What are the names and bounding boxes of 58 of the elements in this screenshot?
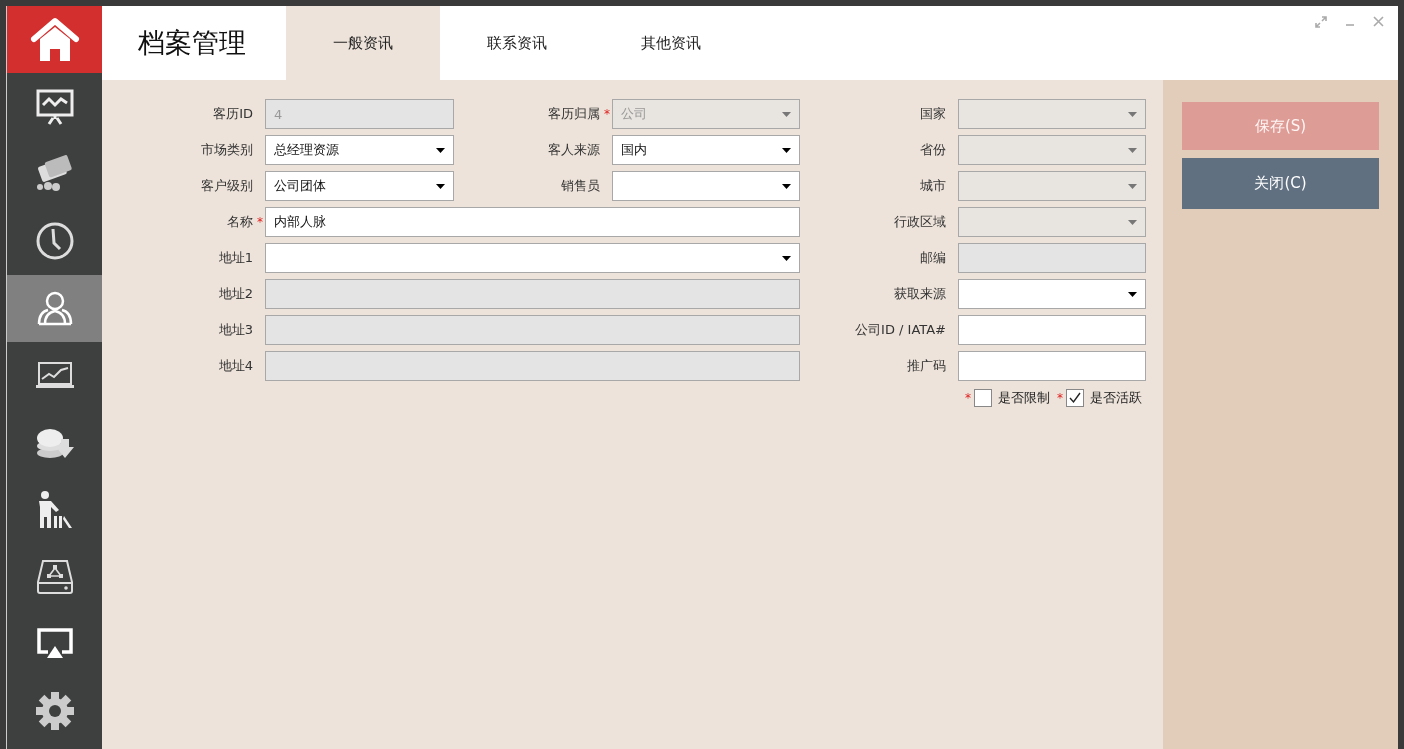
dropdown-arrow-icon [1128, 147, 1137, 153]
network-drive-icon [34, 557, 75, 596]
field-label: 省份 [920, 141, 946, 159]
required-mark: * [1057, 391, 1063, 405]
checkbox[interactable] [974, 389, 992, 407]
dropdown-arrow-icon [1128, 111, 1137, 117]
required-mark: * [257, 215, 263, 229]
field-label: 销售员 [561, 177, 600, 195]
field-label: 邮编 [920, 249, 946, 267]
checkbox-label: 是否活跃 [1090, 389, 1142, 407]
dropdown[interactable]: 总经理资源 [265, 135, 454, 165]
checkbox-label: 是否限制 [998, 389, 1050, 407]
field-label: 客户级别 [201, 177, 253, 195]
field-label: 国家 [920, 105, 946, 123]
required-mark: * [604, 107, 610, 121]
field-label: 推广码 [907, 357, 946, 375]
field-label: 地址3 [218, 321, 253, 339]
dropdown-arrow-icon [782, 255, 791, 261]
input-field[interactable]: 内部人脉 [265, 207, 800, 237]
field-label: 市场类别 [201, 141, 253, 159]
settings-icon [34, 691, 75, 732]
home-button[interactable] [7, 6, 102, 73]
dropdown-arrow-icon [436, 147, 445, 153]
field-label: 获取来源 [894, 285, 946, 303]
checkbox[interactable] [1066, 389, 1084, 407]
field-label: 客历归属 [548, 105, 600, 123]
dropdown[interactable]: 国内 [612, 135, 800, 165]
field-label: 客人来源 [548, 141, 600, 159]
field-label: 公司ID / IATA# [855, 321, 946, 339]
dropdown[interactable] [265, 243, 800, 273]
field-label: 地址1 [218, 249, 253, 267]
tab[interactable]: 一般资讯 [286, 6, 440, 80]
dropdown[interactable] [612, 171, 800, 201]
field-label: 地址2 [218, 285, 253, 303]
required-mark: * [965, 391, 971, 405]
close-icon[interactable] [1373, 16, 1384, 27]
dropdown-arrow-icon [782, 111, 791, 117]
field-label: 客历ID [213, 105, 253, 123]
field-label: 城市 [920, 177, 946, 195]
input-field[interactable] [958, 351, 1146, 381]
field-label: 名称 [227, 213, 253, 231]
dropdown[interactable]: 公司团体 [265, 171, 454, 201]
maximize-icon[interactable] [1315, 16, 1327, 28]
line-chart-icon [34, 360, 75, 391]
clock-icon [34, 220, 75, 261]
dropdown-arrow-icon [782, 147, 791, 153]
page-title: 档案管理 [137, 26, 247, 60]
dropdown[interactable] [958, 279, 1146, 309]
dropdown-arrow-icon [1128, 291, 1137, 297]
input-field[interactable] [958, 315, 1146, 345]
field-label: 地址4 [218, 357, 253, 375]
action-button[interactable]: 关闭(C) [1182, 158, 1379, 209]
dropdown-arrow-icon [1128, 219, 1137, 225]
home-icon [29, 16, 80, 63]
field-label: 行政区域 [894, 213, 946, 231]
dropdown-arrow-icon [1128, 183, 1137, 189]
dropdown-arrow-icon [436, 183, 445, 189]
dropdown-arrow-icon [782, 183, 791, 189]
